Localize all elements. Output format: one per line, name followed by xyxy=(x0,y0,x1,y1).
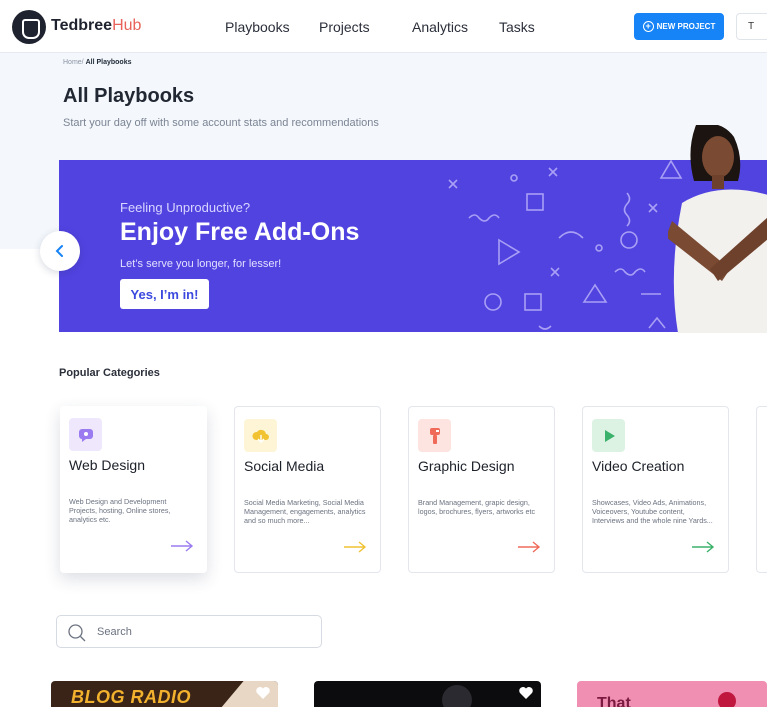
top-navigation-bar: TedbreeHub Playbooks Projects Analytics … xyxy=(0,0,767,53)
heart-icon[interactable] xyxy=(518,686,534,700)
brand-name[interactable]: TedbreeHub xyxy=(51,17,141,35)
brush-icon xyxy=(418,419,451,452)
category-card-graphic-design[interactable]: Graphic Design Brand Management, grapic … xyxy=(408,406,555,573)
breadcrumb: Home/ All Playbooks xyxy=(63,59,131,66)
category-description: Showcases, Video Ads, Animations, Voiceo… xyxy=(592,498,713,525)
page-title: All Playbooks xyxy=(63,85,195,107)
banner-title: Enjoy Free Add-Ons xyxy=(120,218,360,246)
banner-person-image xyxy=(668,125,767,333)
nav-tasks[interactable]: Tasks xyxy=(499,19,535,35)
cloud-icon xyxy=(244,419,277,452)
category-card-social-media[interactable]: Social Media Social Media Marketing, Soc… xyxy=(234,406,381,573)
thumbnail-person-image xyxy=(442,685,472,707)
banner-subtitle: Let’s serve you longer, for lesser! xyxy=(120,258,282,270)
arrow-right-icon[interactable] xyxy=(170,540,194,552)
heart-icon[interactable] xyxy=(255,686,271,700)
plus-circle-icon: + xyxy=(642,21,654,32)
search-icon xyxy=(68,624,86,642)
popular-categories-heading: Popular Categories xyxy=(59,367,160,379)
nav-projects[interactable]: Projects xyxy=(319,19,370,35)
category-title: Video Creation xyxy=(592,458,685,474)
rose-icon xyxy=(718,692,736,707)
play-icon xyxy=(592,419,625,452)
new-project-label: NEW PROJECT xyxy=(656,22,716,31)
search-placeholder: Search xyxy=(97,626,132,638)
nav-analytics[interactable]: Analytics xyxy=(412,19,468,35)
breadcrumb-current: All Playbooks xyxy=(85,59,132,66)
playbook-card[interactable] xyxy=(314,681,541,707)
secondary-header-button[interactable]: T xyxy=(736,13,767,40)
banner-kicker: Feeling Unproductive? xyxy=(120,200,251,215)
search-field[interactable]: Search xyxy=(56,615,322,648)
thumbnail-text: That xyxy=(597,695,631,707)
category-title: Social Media xyxy=(244,458,325,474)
banner-cta-button[interactable]: Yes, I’m in! xyxy=(120,279,209,309)
category-description: Social Media Marketing, Social Media Man… xyxy=(244,498,366,525)
category-title: Web Design xyxy=(69,457,146,473)
category-title: Graphic Design xyxy=(418,458,515,474)
promo-banner: Feeling Unproductive? Enjoy Free Add-Ons… xyxy=(59,160,767,332)
category-card-partial[interactable] xyxy=(756,406,767,573)
arrow-right-icon[interactable] xyxy=(517,541,541,553)
nav-playbooks[interactable]: Playbooks xyxy=(225,19,290,35)
carousel-prev-button[interactable] xyxy=(40,231,80,271)
brand-name-main: Tedbree xyxy=(51,17,113,34)
brand-name-suffix: Hub xyxy=(112,17,142,34)
category-description: Web Design and Development Projects, hos… xyxy=(69,497,171,524)
thumbnail-text: BLOG RADIO xyxy=(71,687,191,707)
category-card-video-creation[interactable]: Video Creation Showcases, Video Ads, Ani… xyxy=(582,406,729,573)
page-subtitle: Start your day off with some account sta… xyxy=(63,117,379,129)
category-description: Brand Management, grapic design, logos, … xyxy=(418,498,536,516)
tedbree-logo-icon[interactable] xyxy=(12,10,46,44)
chevron-left-icon xyxy=(55,245,63,257)
category-card-web-design[interactable]: Web Design Web Design and Development Pr… xyxy=(60,406,207,573)
playbook-card[interactable]: BLOG RADIO xyxy=(51,681,278,707)
playbook-card[interactable]: That xyxy=(577,681,767,707)
arrow-right-icon[interactable] xyxy=(691,541,715,553)
chat-icon xyxy=(69,418,102,451)
breadcrumb-home[interactable]: Home/ xyxy=(63,59,84,66)
arrow-right-icon[interactable] xyxy=(343,541,367,553)
new-project-button[interactable]: + NEW PROJECT xyxy=(634,13,724,40)
